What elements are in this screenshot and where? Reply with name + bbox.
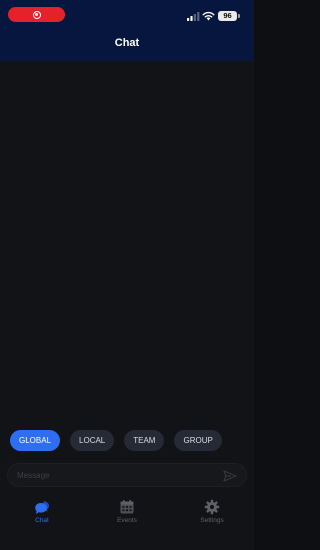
tab-global[interactable]: GLOBAL — [10, 430, 61, 451]
tab-group[interactable]: GROUP — [174, 430, 222, 451]
nav-label-events: Events — [117, 517, 137, 524]
nav-item-chat[interactable]: Chat — [17, 499, 67, 524]
cellular-signal-icon — [187, 12, 200, 21]
gear-icon — [204, 499, 220, 515]
status-bar: 96 — [0, 0, 254, 32]
message-composer — [7, 463, 247, 487]
chat-bubbles-icon — [35, 501, 49, 514]
bottom-navigation: Chat Events Settings — [0, 495, 254, 535]
wifi-icon — [202, 11, 215, 21]
tab-local[interactable]: LOCAL — [70, 430, 115, 451]
tab-team[interactable]: TEAM — [124, 430, 165, 451]
chat-screen: 96 Chat GLOBAL LOCAL TEAM GROUP Chat — [0, 0, 254, 550]
record-icon — [32, 10, 41, 19]
nav-item-settings[interactable]: Settings — [187, 499, 237, 524]
battery-terminal — [238, 14, 240, 18]
nav-item-events[interactable]: Events — [102, 499, 152, 524]
page-title: Chat — [114, 37, 140, 49]
message-list[interactable] — [0, 61, 254, 424]
battery-indicator: 96 — [218, 11, 237, 21]
send-icon[interactable] — [223, 470, 237, 482]
channel-tabs: GLOBAL LOCAL TEAM GROUP — [10, 430, 222, 452]
message-input[interactable] — [17, 467, 217, 483]
top-bar: 96 Chat — [0, 0, 254, 61]
nav-label-settings: Settings — [200, 517, 224, 524]
calendar-icon — [120, 500, 134, 514]
nav-label-chat: Chat — [35, 517, 49, 524]
screen-recording-indicator[interactable] — [8, 7, 65, 22]
